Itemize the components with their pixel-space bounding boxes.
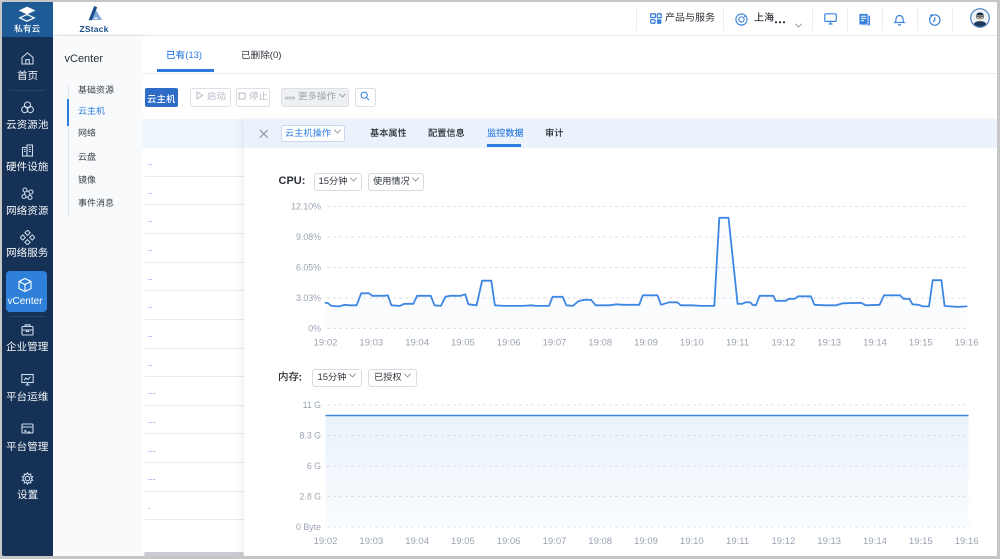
svg-text:19:09: 19:09 (634, 536, 658, 547)
svg-text:19:11: 19:11 (726, 338, 749, 349)
svg-text:19:06: 19:06 (496, 338, 520, 349)
svg-text:19:04: 19:04 (405, 536, 429, 547)
svg-text:19:10: 19:10 (679, 536, 703, 547)
svg-text:19:05: 19:05 (451, 338, 475, 349)
svg-text:19:12: 19:12 (771, 536, 795, 547)
svg-text:2.8 G: 2.8 G (299, 492, 321, 502)
svg-text:19:05: 19:05 (451, 536, 475, 547)
svg-text:19:07: 19:07 (542, 338, 566, 349)
svg-text:19:09: 19:09 (634, 338, 658, 349)
svg-text:19:16: 19:16 (954, 338, 978, 349)
svg-text:11 G: 11 G (302, 400, 321, 410)
svg-text:9.08%: 9.08% (296, 232, 321, 242)
svg-text:6 G: 6 G (306, 461, 320, 471)
svg-text:12.10%: 12.10% (291, 202, 321, 212)
svg-text:19:08: 19:08 (588, 536, 612, 547)
svg-text:0 Byte: 0 Byte (296, 522, 321, 532)
svg-text:19:16: 19:16 (954, 536, 978, 547)
svg-text:19:13: 19:13 (817, 536, 841, 547)
svg-text:19:15: 19:15 (908, 536, 932, 547)
svg-text:19:14: 19:14 (863, 536, 887, 547)
svg-text:19:07: 19:07 (542, 536, 566, 547)
svg-text:8.3 G: 8.3 G (299, 431, 321, 441)
svg-text:19:11: 19:11 (726, 536, 749, 547)
svg-text:19:02: 19:02 (313, 338, 337, 349)
svg-text:19:03: 19:03 (359, 536, 383, 547)
svg-text:19:04: 19:04 (405, 338, 429, 349)
svg-text:19:08: 19:08 (588, 338, 612, 349)
svg-text:0%: 0% (308, 324, 321, 334)
svg-text:19:06: 19:06 (496, 536, 520, 547)
svg-text:19:14: 19:14 (863, 338, 887, 349)
svg-text:19:10: 19:10 (679, 338, 703, 349)
svg-text:19:15: 19:15 (908, 338, 932, 349)
svg-text:19:02: 19:02 (313, 536, 337, 547)
svg-text:19:12: 19:12 (771, 338, 795, 349)
svg-text:19:03: 19:03 (359, 338, 383, 349)
svg-text:19:13: 19:13 (817, 338, 841, 349)
svg-text:6.05%: 6.05% (296, 263, 321, 273)
svg-text:3.03%: 3.03% (296, 293, 321, 303)
